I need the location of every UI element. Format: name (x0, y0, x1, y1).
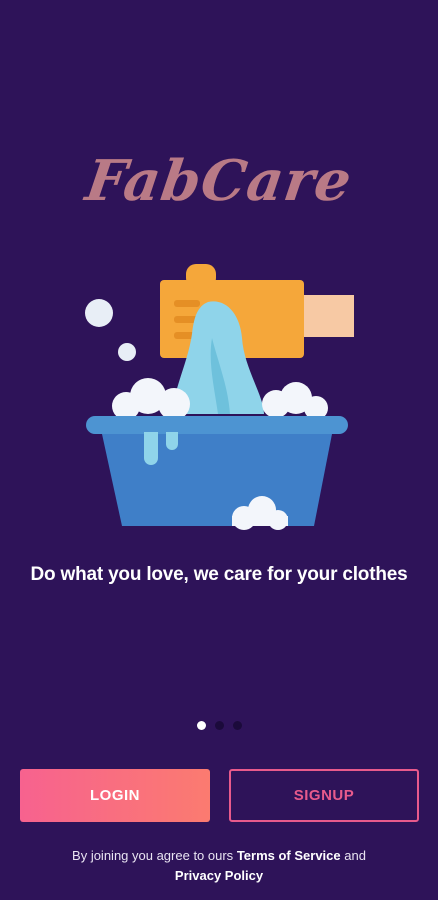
sleeve (302, 295, 354, 337)
privacy-policy-link[interactable]: Privacy Policy (175, 868, 263, 883)
app-logo: FabCare (81, 148, 357, 214)
page-dot-2[interactable] (214, 721, 224, 730)
foam (232, 516, 288, 526)
washing-basin-illustration (85, 264, 354, 530)
tagline: Do what you love, we care for your cloth… (30, 564, 408, 585)
drip (166, 432, 178, 450)
terms-of-service-link[interactable]: Terms of Service (237, 848, 341, 863)
signup-button[interactable]: SIGNUP (229, 769, 419, 822)
basin-rim (86, 416, 348, 434)
finger-shade (174, 300, 200, 307)
foam (158, 388, 190, 420)
legal-prefix: By joining you agree to ours (72, 848, 234, 863)
legal-notice: By joining you agree to ours Terms of Se… (0, 846, 438, 886)
page-dot-3[interactable] (232, 721, 242, 730)
bubble (85, 299, 113, 327)
drip (144, 432, 158, 465)
welcome-screen: FabCare Do what you love, we care for yo… (0, 0, 438, 900)
thumb (186, 264, 216, 288)
page-dot-1[interactable] (196, 721, 206, 730)
page-indicator (0, 721, 438, 730)
basin-body (102, 434, 332, 526)
bubble (118, 343, 136, 361)
login-button[interactable]: LOGIN (20, 769, 210, 822)
legal-conjunction: and (344, 848, 366, 863)
